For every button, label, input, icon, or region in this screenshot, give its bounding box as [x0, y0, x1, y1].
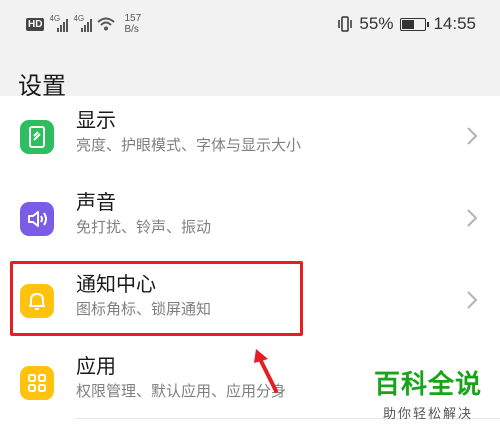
settings-item-sound[interactable]: 声音 免打扰、铃声、振动	[0, 178, 500, 260]
settings-item-label: 显示	[76, 108, 116, 132]
wifi-icon	[97, 17, 116, 31]
highlight-box	[10, 261, 303, 336]
clock: 14:55	[433, 14, 476, 33]
hd-badge: HD	[26, 17, 45, 31]
network-type-label: 4G	[73, 14, 85, 23]
status-left: HD 4G 4G 157 B/s	[26, 12, 141, 36]
settings-item-display[interactable]: 显示 亮度、护眼模式、字体与显示大小	[0, 96, 500, 178]
chevron-right-icon	[467, 127, 478, 145]
settings-item-sublabel: 亮度、护眼模式、字体与显示大小	[76, 136, 302, 154]
signal-icon: 4G	[73, 14, 93, 32]
settings-item-label: 声音	[76, 190, 116, 214]
network-type-label: 4G	[49, 14, 61, 23]
battery-icon	[400, 17, 430, 31]
settings-item-label: 应用	[76, 354, 116, 378]
watermark: 百科全说 助你轻松解决	[374, 364, 482, 422]
vibrate-icon	[338, 16, 353, 32]
signal-icon: 4G	[49, 14, 69, 32]
chevron-right-icon	[467, 291, 478, 309]
watermark-subtitle: 助你轻松解决	[383, 407, 474, 422]
apps-grid-icon	[20, 366, 54, 400]
network-speed: 157 B/s	[124, 13, 141, 35]
network-speed-value: 157	[124, 13, 142, 24]
status-bar: HD 4G 4G 157 B/s 55% 14:55	[0, 0, 500, 48]
sound-icon	[20, 202, 54, 236]
network-speed-unit: B/s	[124, 24, 139, 35]
pointer-arrow-icon	[254, 349, 278, 393]
status-right: 55% 14:55	[338, 12, 476, 36]
display-icon	[20, 120, 54, 154]
battery-percent: 55%	[359, 14, 394, 33]
chevron-right-icon	[467, 209, 478, 227]
watermark-title: 百科全说	[374, 370, 483, 400]
settings-item-sublabel: 免打扰、铃声、振动	[76, 218, 212, 236]
